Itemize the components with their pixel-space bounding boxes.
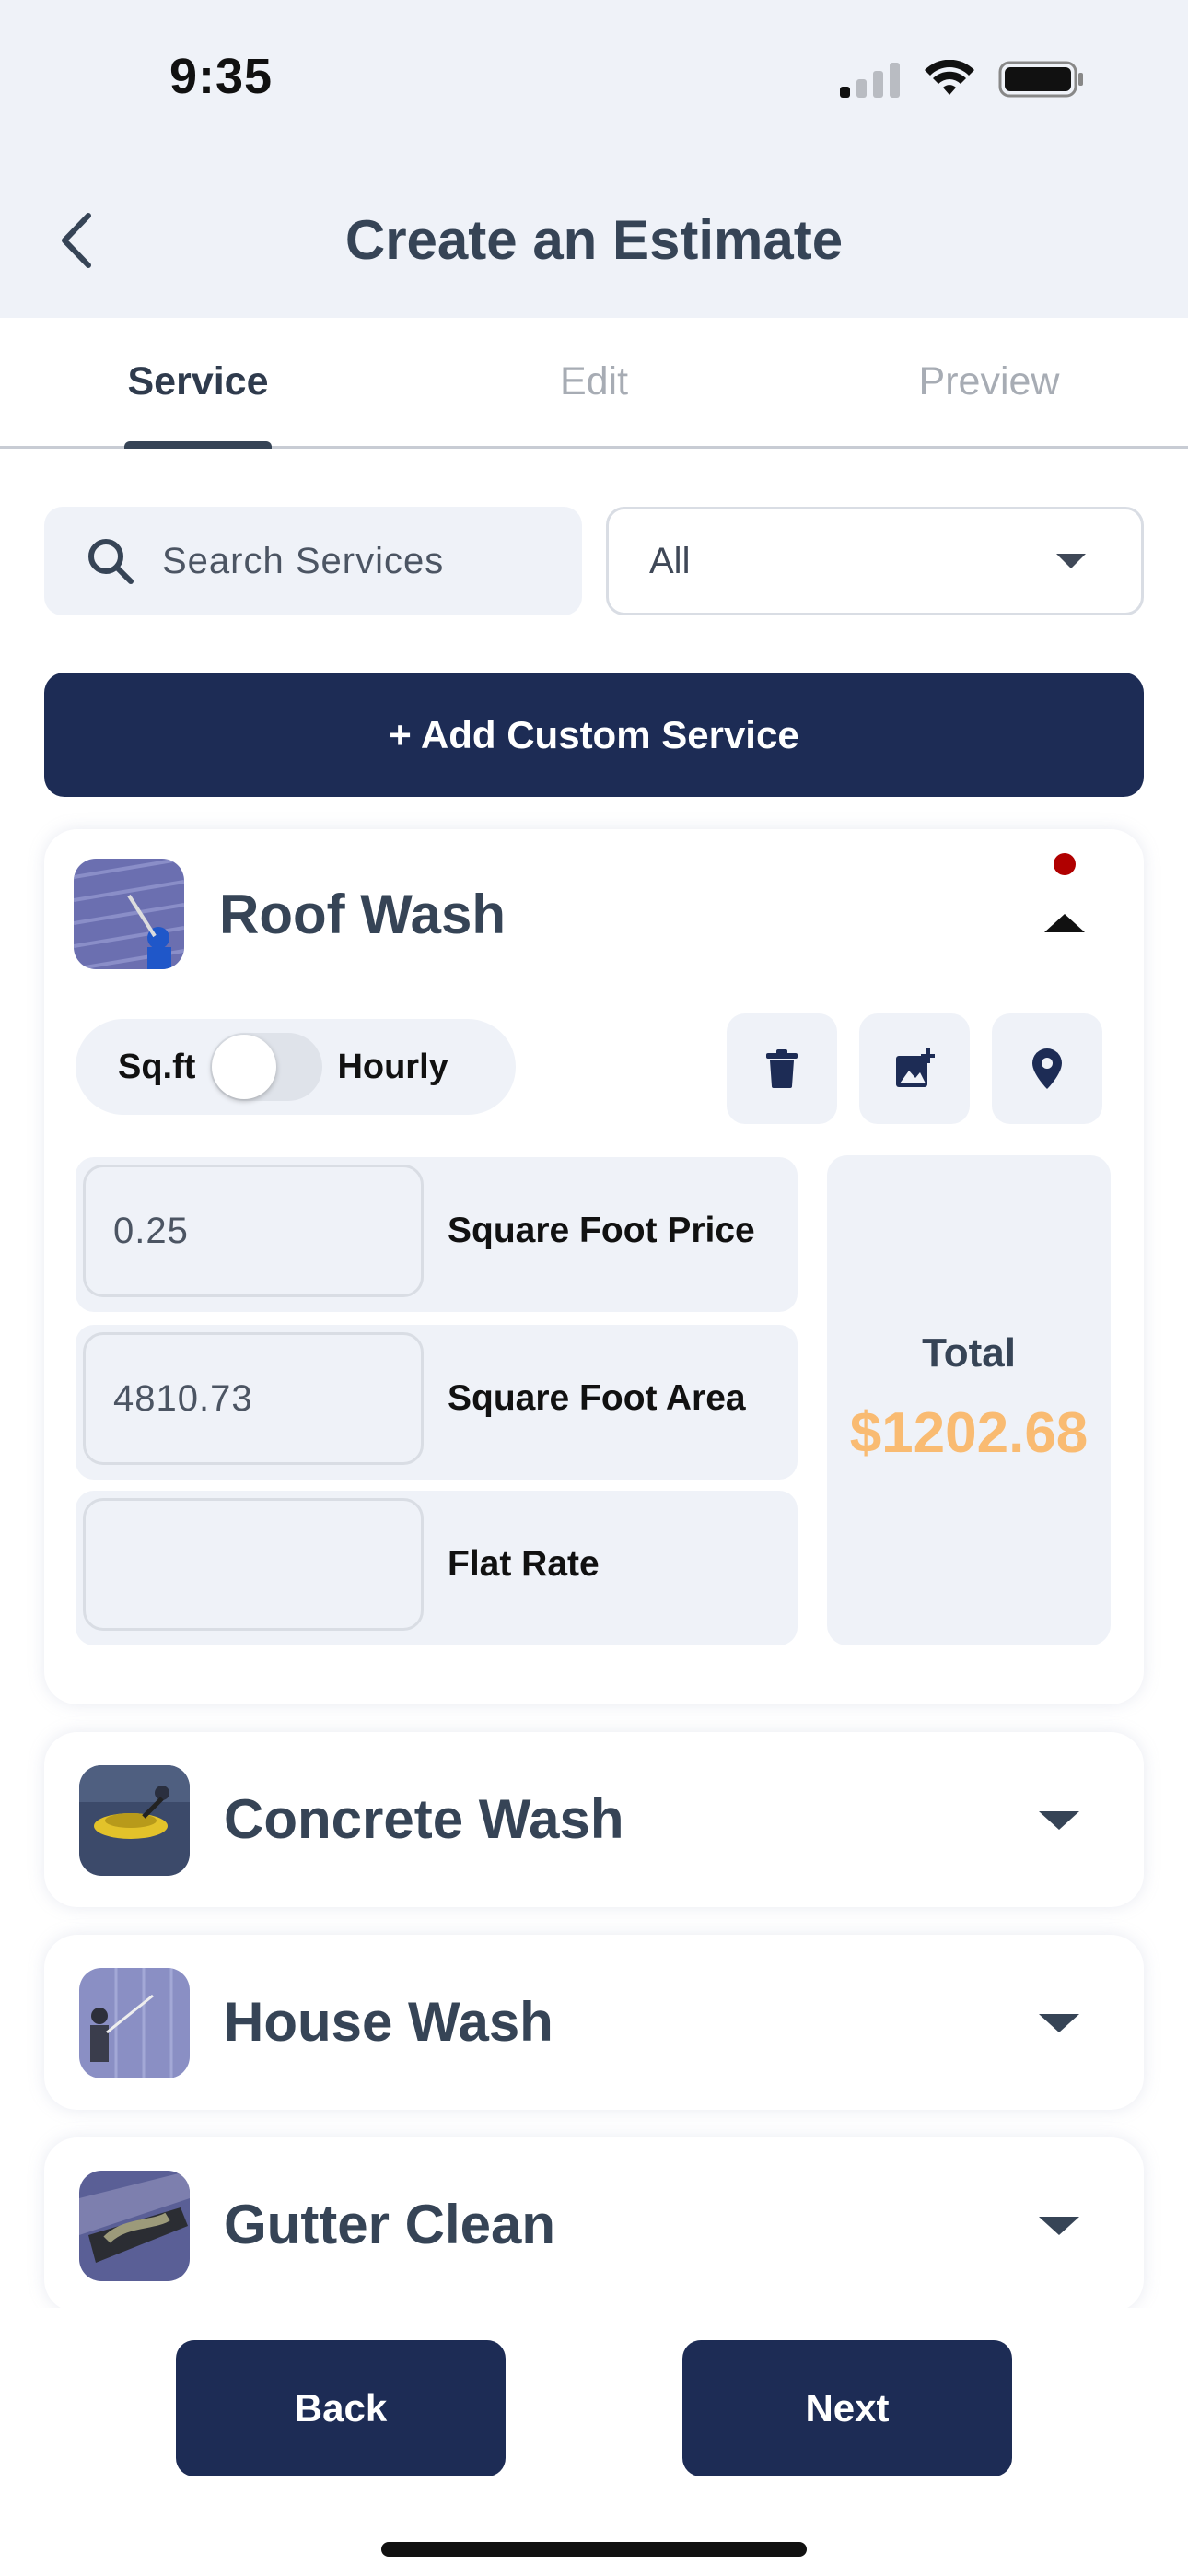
service-name: House Wash xyxy=(224,1991,553,2053)
gutter-clean-thumbnail xyxy=(79,2171,190,2281)
total-box: Total $1202.68 xyxy=(827,1155,1111,1645)
search-icon xyxy=(88,539,134,584)
delete-button[interactable] xyxy=(727,1013,837,1124)
active-tab-indicator xyxy=(124,441,272,449)
search-input[interactable] xyxy=(162,540,549,582)
battery-icon xyxy=(998,61,1083,98)
chevron-down-icon xyxy=(1056,554,1086,568)
status-time: 9:35 xyxy=(169,49,274,104)
square-foot-price-row: Square Foot Price xyxy=(76,1157,798,1312)
tab-edit[interactable]: Edit xyxy=(474,359,714,404)
page-title: Create an Estimate xyxy=(344,209,844,271)
expand-chevron-down-icon[interactable] xyxy=(1039,2217,1079,2235)
status-dot xyxy=(1054,853,1076,875)
category-filter-dropdown[interactable]: All xyxy=(606,507,1144,615)
total-value: $1202.68 xyxy=(849,1401,1089,1465)
pricing-mode-toggle: Sq.ft Hourly xyxy=(76,1019,516,1115)
wifi-icon xyxy=(925,60,974,95)
service-name: Concrete Wash xyxy=(224,1788,624,1850)
tab-preview[interactable]: Preview xyxy=(869,359,1109,404)
concrete-wash-thumbnail xyxy=(79,1765,190,1876)
service-card-gutter-clean[interactable]: Gutter Clean xyxy=(44,2137,1144,2313)
service-card-roof-wash: Roof Wash Sq.ft Hourly Square Foot Pr xyxy=(44,829,1144,1704)
service-name: Gutter Clean xyxy=(224,2194,556,2255)
toggle-label-hourly: Hourly xyxy=(337,1047,448,1086)
square-foot-price-input[interactable] xyxy=(83,1165,424,1297)
service-card-concrete-wash[interactable]: Concrete Wash xyxy=(44,1732,1144,1907)
home-indicator xyxy=(381,2542,807,2557)
square-foot-price-label: Square Foot Price xyxy=(448,1211,755,1250)
square-foot-area-label: Square Foot Area xyxy=(448,1378,746,1418)
square-foot-area-row: Square Foot Area xyxy=(76,1325,798,1480)
collapse-chevron-up-icon[interactable] xyxy=(1044,914,1085,932)
service-card-house-wash[interactable]: House Wash xyxy=(44,1935,1144,2110)
flat-rate-row: Flat Rate xyxy=(76,1491,798,1645)
tab-bar: Service Edit Preview xyxy=(0,318,1188,449)
flat-rate-input[interactable] xyxy=(83,1498,424,1631)
switch-knob xyxy=(212,1035,277,1099)
tab-service[interactable]: Service xyxy=(78,359,318,404)
filter-selected-value: All xyxy=(649,540,691,581)
total-label: Total xyxy=(922,1330,1016,1376)
service-name: Roof Wash xyxy=(219,884,507,945)
add-photo-button[interactable] xyxy=(859,1013,970,1124)
back-button[interactable]: Back xyxy=(176,2340,506,2476)
flat-rate-label: Flat Rate xyxy=(448,1544,600,1584)
roof-wash-thumbnail xyxy=(74,859,184,969)
expand-chevron-down-icon[interactable] xyxy=(1039,1811,1079,1830)
header: 9:35 Create an Estimate xyxy=(0,0,1188,318)
search-box[interactable] xyxy=(44,507,582,615)
cellular-signal-icon xyxy=(840,63,900,98)
location-pin-icon xyxy=(1032,1048,1062,1089)
add-photo-icon xyxy=(896,1048,935,1087)
add-custom-service-button[interactable]: + Add Custom Service xyxy=(44,673,1144,797)
expand-chevron-down-icon[interactable] xyxy=(1039,2014,1079,2032)
square-foot-area-input[interactable] xyxy=(83,1332,424,1465)
house-wash-thumbnail xyxy=(79,1968,190,2078)
toggle-label-sqft: Sq.ft xyxy=(118,1047,196,1086)
location-button[interactable] xyxy=(992,1013,1102,1124)
status-icons xyxy=(840,59,1085,100)
next-button[interactable]: Next xyxy=(682,2340,1012,2476)
pricing-mode-switch[interactable] xyxy=(210,1033,323,1101)
trash-icon xyxy=(766,1049,798,1088)
